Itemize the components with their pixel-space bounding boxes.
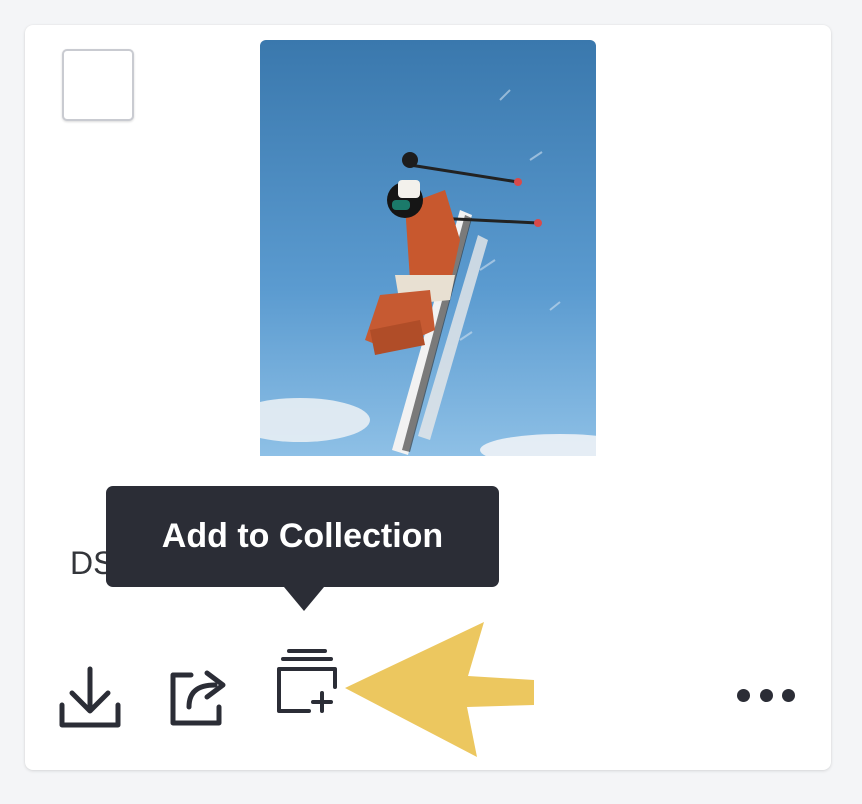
- tooltip-text: Add to Collection: [161, 517, 444, 555]
- more-icon-dot: [782, 688, 795, 702]
- share-icon: [170, 670, 226, 726]
- share-button[interactable]: [169, 667, 231, 729]
- more-icon-dot: [759, 688, 773, 702]
- tooltip-pointer: [284, 587, 324, 611]
- skier-photo: [260, 40, 596, 456]
- select-checkbox[interactable]: [62, 49, 134, 121]
- tooltip: Add to Collection: [106, 486, 499, 587]
- add-to-collection-icon: [277, 649, 337, 713]
- more-button[interactable]: [737, 687, 795, 703]
- asset-card: DS Add to Collection: [25, 25, 831, 770]
- asset-thumbnail[interactable]: [260, 40, 596, 456]
- more-icon: [737, 688, 750, 702]
- download-button[interactable]: [58, 665, 122, 731]
- add-to-collection-button[interactable]: [275, 647, 339, 717]
- download-icon: [59, 666, 121, 728]
